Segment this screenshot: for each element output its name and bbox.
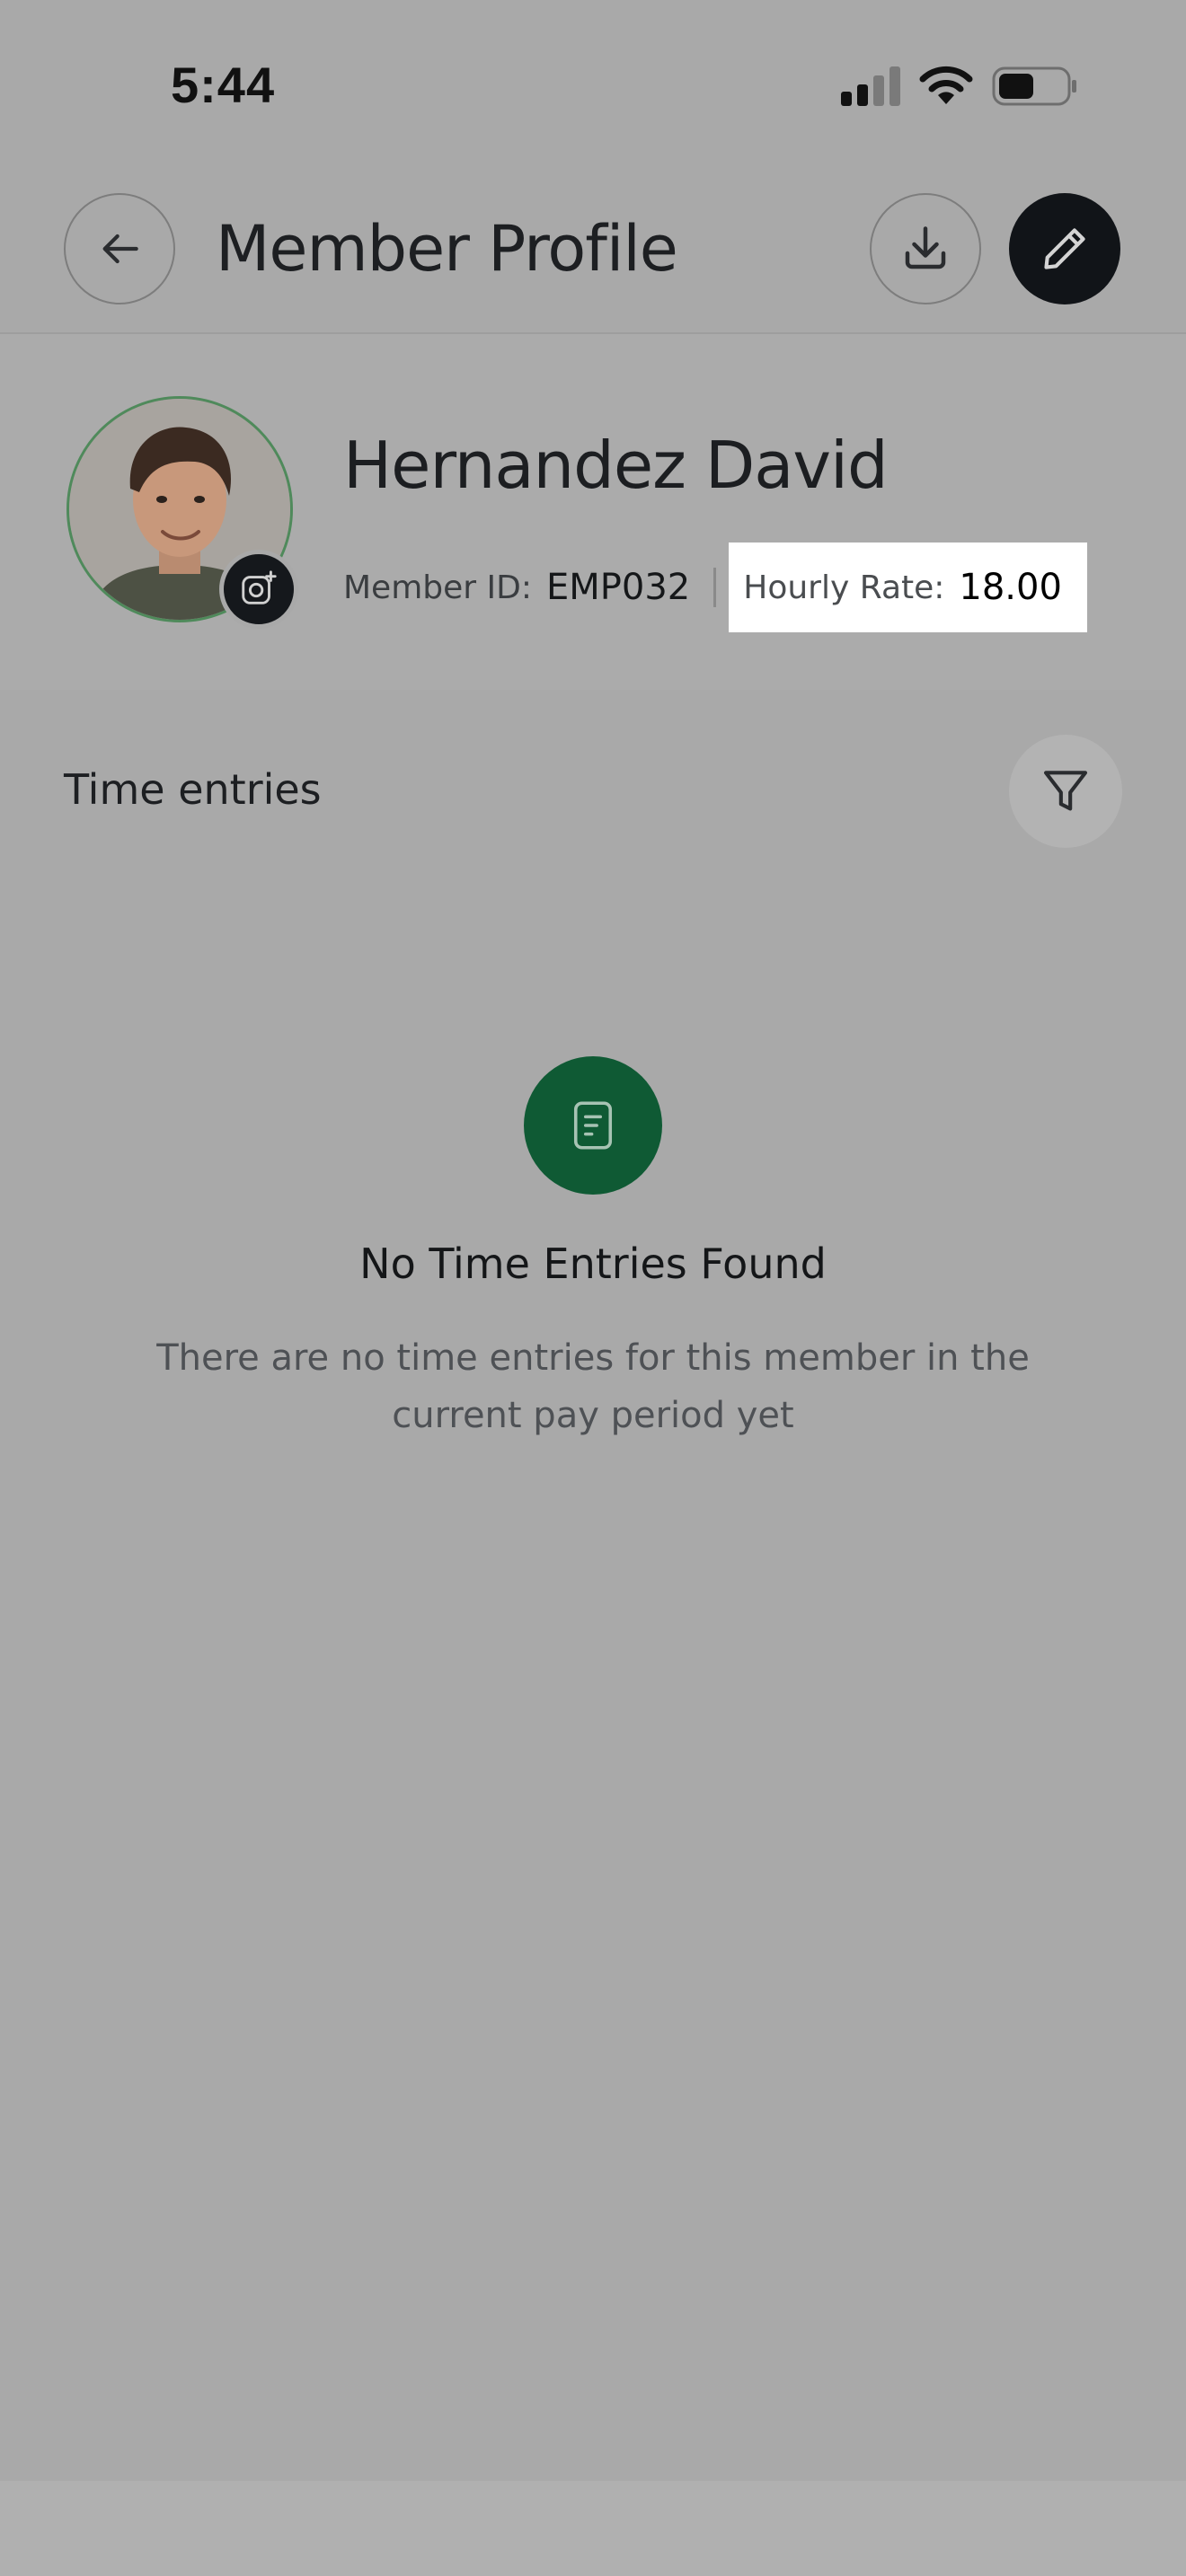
empty-state-description: There are no time entries for this membe… xyxy=(156,1337,1030,1436)
cellular-signal-icon xyxy=(841,66,900,106)
filter-button[interactable] xyxy=(1009,735,1122,848)
member-id-label: Member ID: xyxy=(343,569,532,606)
member-name: Hernandez David xyxy=(343,428,889,503)
wifi-icon xyxy=(919,66,973,104)
status-bar: 5:44 xyxy=(0,0,1186,171)
back-button[interactable] xyxy=(64,193,175,304)
member-meta: Member ID: EMP032 Hourly Rate: 18.00 xyxy=(343,543,1087,632)
time-entries-title: Time entries xyxy=(64,765,322,814)
camera-add-icon xyxy=(242,570,277,604)
status-time: 5:44 xyxy=(171,57,276,113)
download-icon xyxy=(905,226,946,269)
app-header: Member Profile xyxy=(0,171,1186,334)
arrow-left-icon xyxy=(102,234,138,264)
battery-icon xyxy=(992,66,1076,106)
download-button[interactable] xyxy=(870,193,981,304)
hourly-rate-value: 18.00 xyxy=(959,567,1062,608)
hourly-rate-label: Hourly Rate: xyxy=(743,569,945,606)
pencil-icon xyxy=(1044,228,1085,269)
document-icon xyxy=(573,1101,613,1150)
meta-divider xyxy=(713,568,717,607)
filter-icon xyxy=(1043,771,1088,811)
member-profile-screen: 5:44 Member Profile Hernandez David Memb… xyxy=(0,0,1186,2576)
empty-state-icon-badge xyxy=(524,1056,662,1195)
hourly-rate-highlight: Hourly Rate: 18.00 xyxy=(729,543,1087,632)
change-photo-button[interactable] xyxy=(219,550,298,629)
bottom-safe-area xyxy=(0,2481,1186,2576)
empty-state-title: No Time Entries Found xyxy=(359,1239,827,1288)
page-title: Member Profile xyxy=(216,212,678,286)
member-id-value: EMP032 xyxy=(546,567,691,608)
edit-button[interactable] xyxy=(1009,193,1120,304)
profile-summary: Hernandez David Member ID: EMP032 Hourly… xyxy=(0,334,1186,690)
